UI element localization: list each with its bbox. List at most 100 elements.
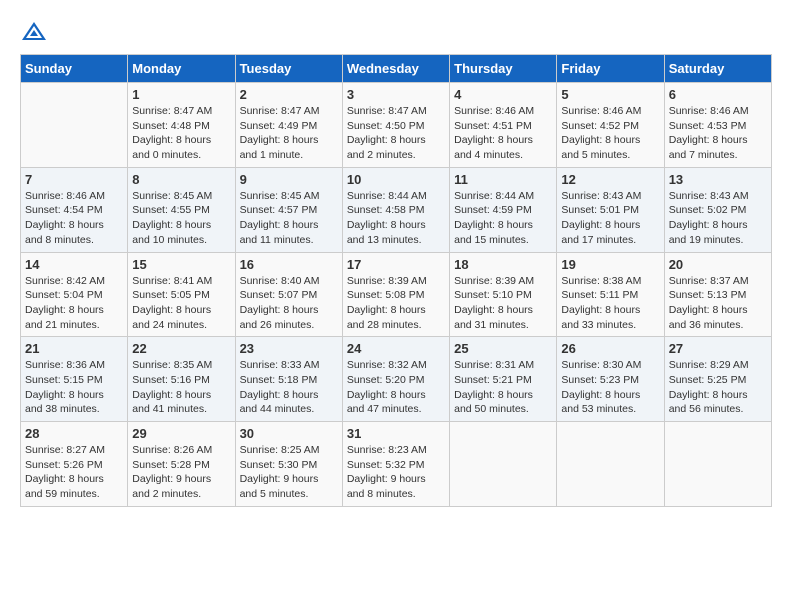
- day-info: Sunrise: 8:31 AM Sunset: 5:21 PM Dayligh…: [454, 358, 552, 417]
- col-header-friday: Friday: [557, 55, 664, 83]
- day-cell: 9 Sunrise: 8:45 AM Sunset: 4:57 PM Daylig…: [235, 167, 342, 252]
- day-info: Sunrise: 8:29 AM Sunset: 5:25 PM Dayligh…: [669, 358, 767, 417]
- day-number: 6: [669, 87, 767, 102]
- calendar-header: SundayMondayTuesdayWednesdayThursdayFrid…: [21, 55, 772, 83]
- day-number: 2: [240, 87, 338, 102]
- day-cell: 20 Sunrise: 8:37 AM Sunset: 5:13 PM Dayli…: [664, 252, 771, 337]
- day-cell: 5Sunrise: 8:46 AM Sunset: 4:52 PM Daylig…: [557, 83, 664, 168]
- day-number: 8: [132, 172, 230, 187]
- day-info: Sunrise: 8:39 AM Sunset: 5:10 PM Dayligh…: [454, 274, 552, 333]
- day-info: Sunrise: 8:44 AM Sunset: 4:58 PM Dayligh…: [347, 189, 445, 248]
- day-cell: 29 Sunrise: 8:26 AM Sunset: 5:28 PM Dayli…: [128, 422, 235, 507]
- day-cell: 3 Sunrise: 8:47 AM Sunset: 4:50 PM Daylig…: [342, 83, 449, 168]
- day-cell: 12 Sunrise: 8:43 AM Sunset: 5:01 PM Dayli…: [557, 167, 664, 252]
- day-cell: 31Sunrise: 8:23 AM Sunset: 5:32 PM Dayli…: [342, 422, 449, 507]
- day-cell: [450, 422, 557, 507]
- day-cell: 24 Sunrise: 8:32 AM Sunset: 5:20 PM Dayli…: [342, 337, 449, 422]
- day-cell: 22Sunrise: 8:35 AM Sunset: 5:16 PM Dayli…: [128, 337, 235, 422]
- day-cell: 4 Sunrise: 8:46 AM Sunset: 4:51 PM Daylig…: [450, 83, 557, 168]
- day-number: 29: [132, 426, 230, 441]
- day-info: Sunrise: 8:43 AM Sunset: 5:01 PM Dayligh…: [561, 189, 659, 248]
- day-number: 15: [132, 257, 230, 272]
- day-cell: 21 Sunrise: 8:36 AM Sunset: 5:15 PM Dayli…: [21, 337, 128, 422]
- day-cell: 23Sunrise: 8:33 AM Sunset: 5:18 PM Dayli…: [235, 337, 342, 422]
- day-number: 25: [454, 341, 552, 356]
- header-row: SundayMondayTuesdayWednesdayThursdayFrid…: [21, 55, 772, 83]
- day-cell: 14 Sunrise: 8:42 AM Sunset: 5:04 PM Dayli…: [21, 252, 128, 337]
- day-number: 21: [25, 341, 123, 356]
- day-number: 13: [669, 172, 767, 187]
- day-info: Sunrise: 8:46 AM Sunset: 4:53 PM Dayligh…: [669, 104, 767, 163]
- day-cell: 11Sunrise: 8:44 AM Sunset: 4:59 PM Dayli…: [450, 167, 557, 252]
- logo: [20, 20, 52, 44]
- week-row-1: 1 Sunrise: 8:47 AM Sunset: 4:48 PM Daylig…: [21, 83, 772, 168]
- day-number: 3: [347, 87, 445, 102]
- day-number: 4: [454, 87, 552, 102]
- day-info: Sunrise: 8:33 AM Sunset: 5:18 PM Dayligh…: [240, 358, 338, 417]
- col-header-tuesday: Tuesday: [235, 55, 342, 83]
- day-info: Sunrise: 8:47 AM Sunset: 4:48 PM Dayligh…: [132, 104, 230, 163]
- day-cell: 7Sunrise: 8:46 AM Sunset: 4:54 PM Daylig…: [21, 167, 128, 252]
- day-info: Sunrise: 8:47 AM Sunset: 4:50 PM Dayligh…: [347, 104, 445, 163]
- week-row-4: 21 Sunrise: 8:36 AM Sunset: 5:15 PM Dayli…: [21, 337, 772, 422]
- day-info: Sunrise: 8:40 AM Sunset: 5:07 PM Dayligh…: [240, 274, 338, 333]
- day-cell: 27Sunrise: 8:29 AM Sunset: 5:25 PM Dayli…: [664, 337, 771, 422]
- day-cell: 13 Sunrise: 8:43 AM Sunset: 5:02 PM Dayli…: [664, 167, 771, 252]
- day-info: Sunrise: 8:46 AM Sunset: 4:54 PM Dayligh…: [25, 189, 123, 248]
- day-number: 5: [561, 87, 659, 102]
- day-cell: 28 Sunrise: 8:27 AM Sunset: 5:26 PM Dayli…: [21, 422, 128, 507]
- col-header-saturday: Saturday: [664, 55, 771, 83]
- day-number: 20: [669, 257, 767, 272]
- day-info: Sunrise: 8:27 AM Sunset: 5:26 PM Dayligh…: [25, 443, 123, 502]
- page-header: [20, 20, 772, 44]
- day-info: Sunrise: 8:41 AM Sunset: 5:05 PM Dayligh…: [132, 274, 230, 333]
- col-header-wednesday: Wednesday: [342, 55, 449, 83]
- day-info: Sunrise: 8:45 AM Sunset: 4:55 PM Dayligh…: [132, 189, 230, 248]
- day-cell: 15 Sunrise: 8:41 AM Sunset: 5:05 PM Dayli…: [128, 252, 235, 337]
- day-info: Sunrise: 8:30 AM Sunset: 5:23 PM Dayligh…: [561, 358, 659, 417]
- day-info: Sunrise: 8:32 AM Sunset: 5:20 PM Dayligh…: [347, 358, 445, 417]
- day-info: Sunrise: 8:46 AM Sunset: 4:51 PM Dayligh…: [454, 104, 552, 163]
- day-info: Sunrise: 8:38 AM Sunset: 5:11 PM Dayligh…: [561, 274, 659, 333]
- day-info: Sunrise: 8:47 AM Sunset: 4:49 PM Dayligh…: [240, 104, 338, 163]
- day-cell: 26Sunrise: 8:30 AM Sunset: 5:23 PM Dayli…: [557, 337, 664, 422]
- day-info: Sunrise: 8:39 AM Sunset: 5:08 PM Dayligh…: [347, 274, 445, 333]
- day-info: Sunrise: 8:44 AM Sunset: 4:59 PM Dayligh…: [454, 189, 552, 248]
- col-header-sunday: Sunday: [21, 55, 128, 83]
- day-number: 1: [132, 87, 230, 102]
- day-number: 31: [347, 426, 445, 441]
- day-number: 19: [561, 257, 659, 272]
- day-cell: 6 Sunrise: 8:46 AM Sunset: 4:53 PM Daylig…: [664, 83, 771, 168]
- day-info: Sunrise: 8:37 AM Sunset: 5:13 PM Dayligh…: [669, 274, 767, 333]
- day-cell: 10 Sunrise: 8:44 AM Sunset: 4:58 PM Dayli…: [342, 167, 449, 252]
- week-row-2: 7Sunrise: 8:46 AM Sunset: 4:54 PM Daylig…: [21, 167, 772, 252]
- day-info: Sunrise: 8:35 AM Sunset: 5:16 PM Dayligh…: [132, 358, 230, 417]
- day-number: 28: [25, 426, 123, 441]
- day-cell: 1 Sunrise: 8:47 AM Sunset: 4:48 PM Daylig…: [128, 83, 235, 168]
- day-number: 9: [240, 172, 338, 187]
- day-number: 24: [347, 341, 445, 356]
- calendar-table: SundayMondayTuesdayWednesdayThursdayFrid…: [20, 54, 772, 507]
- day-info: Sunrise: 8:25 AM Sunset: 5:30 PM Dayligh…: [240, 443, 338, 502]
- day-info: Sunrise: 8:36 AM Sunset: 5:15 PM Dayligh…: [25, 358, 123, 417]
- day-cell: 8 Sunrise: 8:45 AM Sunset: 4:55 PM Daylig…: [128, 167, 235, 252]
- day-info: Sunrise: 8:26 AM Sunset: 5:28 PM Dayligh…: [132, 443, 230, 502]
- day-cell: 17 Sunrise: 8:39 AM Sunset: 5:08 PM Dayli…: [342, 252, 449, 337]
- day-info: Sunrise: 8:45 AM Sunset: 4:57 PM Dayligh…: [240, 189, 338, 248]
- day-number: 12: [561, 172, 659, 187]
- day-number: 14: [25, 257, 123, 272]
- day-number: 16: [240, 257, 338, 272]
- day-info: Sunrise: 8:42 AM Sunset: 5:04 PM Dayligh…: [25, 274, 123, 333]
- day-number: 17: [347, 257, 445, 272]
- col-header-monday: Monday: [128, 55, 235, 83]
- calendar-body: 1 Sunrise: 8:47 AM Sunset: 4:48 PM Daylig…: [21, 83, 772, 507]
- week-row-3: 14 Sunrise: 8:42 AM Sunset: 5:04 PM Dayli…: [21, 252, 772, 337]
- col-header-thursday: Thursday: [450, 55, 557, 83]
- day-cell: [664, 422, 771, 507]
- day-cell: [21, 83, 128, 168]
- day-cell: 2 Sunrise: 8:47 AM Sunset: 4:49 PM Daylig…: [235, 83, 342, 168]
- day-cell: 19 Sunrise: 8:38 AM Sunset: 5:11 PM Dayli…: [557, 252, 664, 337]
- day-info: Sunrise: 8:43 AM Sunset: 5:02 PM Dayligh…: [669, 189, 767, 248]
- day-number: 10: [347, 172, 445, 187]
- logo-icon: [20, 20, 48, 44]
